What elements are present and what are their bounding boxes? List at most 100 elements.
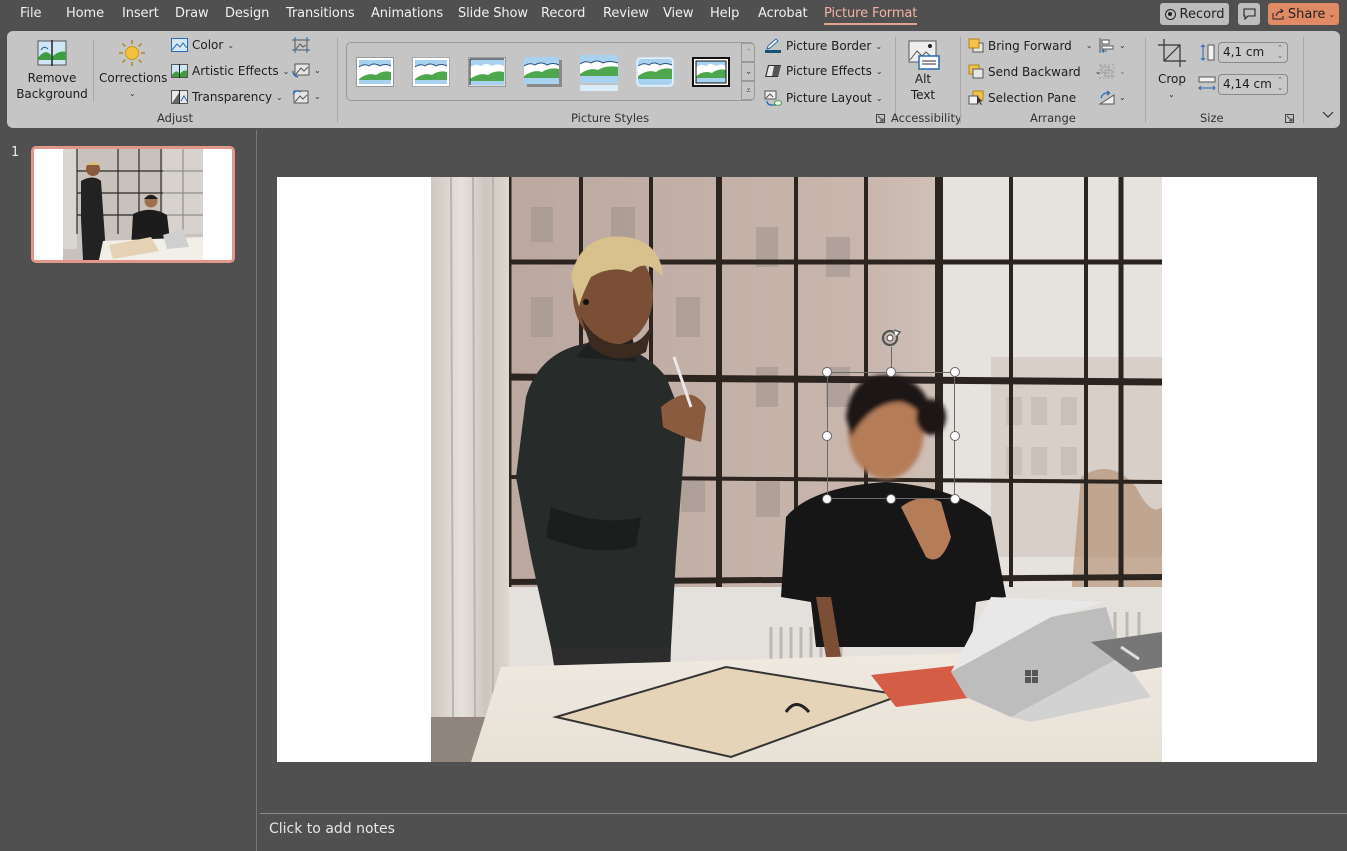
- send-backward-button[interactable]: Send Backward ⌄: [968, 64, 1101, 79]
- tab-draw[interactable]: Draw: [175, 6, 209, 21]
- resize-handle-right[interactable]: [950, 431, 960, 441]
- tab-slide-show[interactable]: Slide Show: [458, 6, 528, 21]
- crop-button[interactable]: Crop ⌄: [1152, 37, 1192, 105]
- rotate-handle-icon[interactable]: [880, 328, 902, 348]
- comments-button[interactable]: [1238, 3, 1260, 25]
- notes-input[interactable]: Click to add notes: [269, 821, 395, 837]
- gallery-scroll-up-button[interactable]: ⌃: [741, 43, 755, 62]
- alt-text-icon: [908, 40, 940, 70]
- width-spinner-arrows[interactable]: ⌃ ⌄: [1277, 76, 1283, 92]
- resize-handle-top[interactable]: [886, 367, 896, 377]
- resize-handle-bottom-right[interactable]: [950, 494, 960, 504]
- share-button[interactable]: Share ⌄: [1268, 3, 1339, 25]
- corrections-label: Corrections: [99, 71, 168, 85]
- resize-handle-left[interactable]: [822, 431, 832, 441]
- picture-styles-dialog-launcher-icon[interactable]: [876, 114, 885, 123]
- picture-style-simple-frame-white[interactable]: [356, 57, 394, 87]
- tab-record[interactable]: Record: [541, 6, 585, 21]
- collapse-ribbon-icon[interactable]: [1322, 111, 1334, 119]
- bring-forward-label: Bring Forward: [988, 38, 1072, 53]
- tab-design[interactable]: Design: [225, 6, 269, 21]
- crop-icon: [1158, 39, 1186, 67]
- tab-home[interactable]: Home: [66, 6, 104, 21]
- align-button[interactable]: ⌄: [1099, 38, 1126, 53]
- reset-picture-button[interactable]: ⌄: [292, 89, 321, 104]
- alt-text-label-2: Text: [910, 88, 936, 102]
- picture-style-metal-frame[interactable]: [468, 57, 506, 87]
- tab-acrobat[interactable]: Acrobat: [758, 6, 808, 21]
- slide-thumbnail[interactable]: [31, 146, 235, 263]
- tab-transitions[interactable]: Transitions: [286, 6, 355, 21]
- record-button[interactable]: Record: [1160, 3, 1229, 25]
- separator: [337, 37, 338, 123]
- height-spinner-arrows[interactable]: ⌃ ⌄: [1277, 44, 1283, 60]
- office-photo: [431, 177, 1162, 762]
- tab-file[interactable]: File: [20, 6, 41, 21]
- picture-effects-icon: [765, 65, 781, 77]
- record-button-label: Record: [1179, 6, 1225, 22]
- chevron-down-icon: ⌄: [314, 66, 321, 75]
- picture-style-reflected[interactable]: [580, 55, 618, 91]
- tab-insert[interactable]: Insert: [122, 6, 159, 21]
- picture-style-double-frame-black[interactable]: [692, 57, 730, 87]
- chevron-down-icon: ⌄: [276, 92, 283, 102]
- color-label: Color: [192, 38, 224, 52]
- resize-handle-top-right[interactable]: [950, 367, 960, 377]
- alt-text-button[interactable]: Alt Text: [900, 37, 946, 105]
- remove-background-button[interactable]: Remove Background: [15, 37, 89, 105]
- picture-effects-button[interactable]: Picture Effects ⌄: [764, 64, 883, 78]
- separator: [1145, 37, 1146, 123]
- picture-style-beveled-matte[interactable]: [412, 57, 450, 87]
- artistic-effects-button[interactable]: Artistic Effects ⌄: [171, 64, 289, 78]
- compress-pictures-button[interactable]: [292, 37, 310, 53]
- tab-review[interactable]: Review: [603, 6, 649, 21]
- tab-help[interactable]: Help: [710, 6, 739, 21]
- change-picture-button[interactable]: ⌄: [292, 63, 321, 78]
- picture-style-soft-edge[interactable]: [636, 57, 674, 87]
- comment-icon: [1242, 8, 1256, 20]
- transparency-icon: [171, 90, 188, 104]
- corrections-button[interactable]: Corrections ⌄: [99, 37, 168, 105]
- chevron-down-icon: ⌄: [1085, 41, 1093, 50]
- slide-canvas[interactable]: [277, 177, 1317, 762]
- transparency-button[interactable]: Transparency ⌄: [171, 90, 283, 104]
- resize-handle-bottom-left[interactable]: [822, 494, 832, 504]
- tab-view[interactable]: View: [663, 6, 694, 21]
- group-button[interactable]: ⌄: [1099, 64, 1126, 79]
- chevron-down-icon: ⌄: [227, 40, 235, 50]
- resize-handle-bottom[interactable]: [886, 494, 896, 504]
- gallery-scroll-down-button[interactable]: ⌄: [741, 62, 755, 81]
- size-dialog-launcher-icon[interactable]: [1285, 114, 1294, 123]
- tab-animations[interactable]: Animations: [371, 6, 443, 21]
- change-picture-icon: [292, 63, 310, 78]
- picture-style-drop-shadow[interactable]: [524, 57, 562, 87]
- align-icon: [1099, 38, 1114, 53]
- picture-layout-icon: [764, 90, 782, 106]
- notes-divider[interactable]: [260, 813, 1347, 814]
- color-button[interactable]: Color ⌄: [171, 38, 234, 52]
- separator: [960, 37, 961, 123]
- chevron-down-icon: ⌄: [875, 93, 883, 103]
- remove-background-icon: [37, 40, 67, 66]
- share-button-label: Share: [1287, 6, 1326, 22]
- selection-box[interactable]: [827, 372, 955, 499]
- picture-layout-button[interactable]: Picture Layout ⌄: [764, 90, 883, 106]
- shape-width-value: 4,14 cm: [1223, 77, 1272, 91]
- chevron-down-icon: ⌄: [875, 41, 883, 51]
- selection-pane-button[interactable]: Selection Pane: [968, 90, 1076, 105]
- shape-height-input[interactable]: 4,1 cm ⌃ ⌄: [1218, 42, 1288, 63]
- picture-border-button[interactable]: Picture Border ⌄: [764, 38, 882, 54]
- shape-width-input[interactable]: 4,14 cm ⌃ ⌄: [1218, 74, 1288, 95]
- chevron-down-icon: ⌄: [1119, 41, 1126, 50]
- picture-effects-label: Picture Effects: [786, 64, 872, 78]
- gallery-more-button[interactable]: ⩡: [741, 81, 755, 100]
- crop-label: Crop: [1157, 72, 1186, 86]
- separator: [93, 40, 94, 102]
- shape-height-icon: [1200, 44, 1215, 61]
- artistic-effects-icon: [171, 64, 188, 78]
- bring-forward-button[interactable]: Bring Forward ⌄: [968, 38, 1093, 53]
- picture[interactable]: [431, 177, 1162, 762]
- tab-picture-format[interactable]: Picture Format: [824, 6, 918, 25]
- resize-handle-top-left[interactable]: [822, 367, 832, 377]
- rotate-button[interactable]: ⌄: [1099, 90, 1126, 105]
